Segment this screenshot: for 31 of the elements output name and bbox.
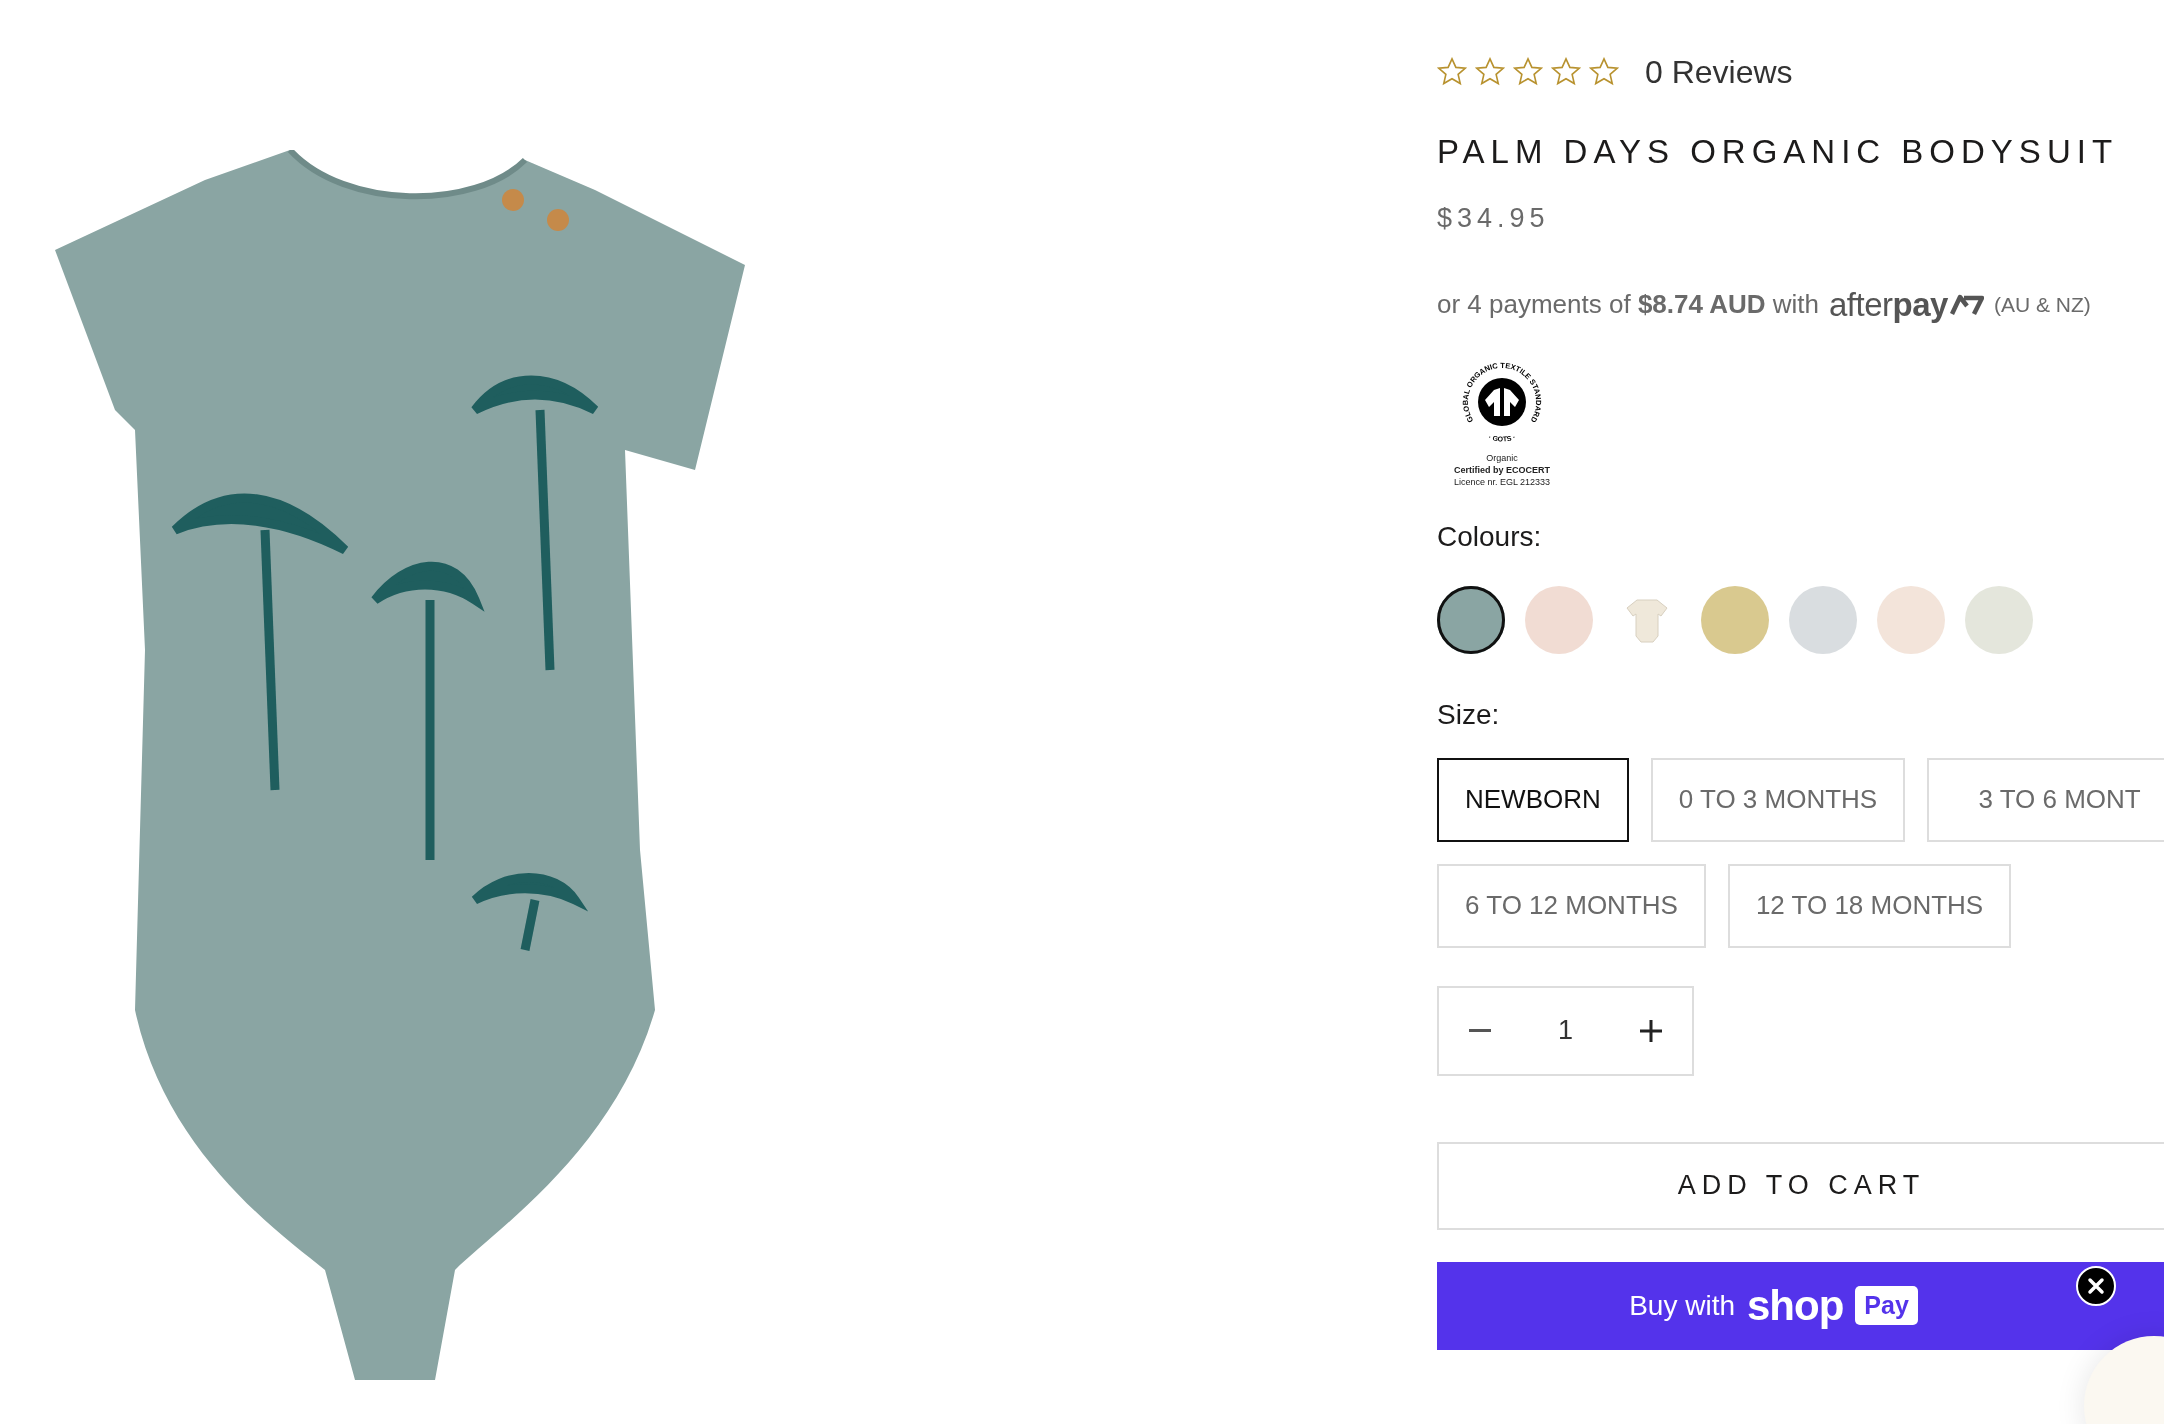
size-label: Size: xyxy=(1437,697,1501,732)
quantity-stepper[interactable]: 1 xyxy=(1437,985,1694,1076)
afterpay-arrows-icon xyxy=(1949,293,1984,316)
increase-button[interactable] xyxy=(1640,1019,1662,1042)
shop-pay-button[interactable]: Buy with shop Pay xyxy=(1437,1261,2164,1350)
size-option[interactable]: NEWBORN xyxy=(1437,757,1629,842)
installment-text: or 4 payments of $8.74 AUD with xyxy=(1437,288,1819,322)
star-icon xyxy=(1513,57,1543,87)
pay-badge: Pay xyxy=(1855,1285,1918,1326)
plus-icon xyxy=(1640,1019,1662,1042)
add-to-cart-button[interactable]: ADD TO CART xyxy=(1437,1141,2164,1230)
decrease-button[interactable] xyxy=(1469,1028,1491,1033)
size-option[interactable]: 3 TO 6 MONT xyxy=(1927,757,2164,842)
star-icon xyxy=(1475,57,1505,87)
star-icon xyxy=(1551,57,1581,87)
region-note: (AU & NZ) xyxy=(1993,292,2091,319)
star-icon xyxy=(1589,57,1619,87)
star-icon xyxy=(1437,57,1467,87)
certification-text: Certified by ECOCERT xyxy=(1454,463,1550,476)
size-option[interactable]: 12 TO 18 MONTHS xyxy=(1727,863,2012,948)
size-option[interactable]: 6 TO 12 MONTHS xyxy=(1437,863,1706,948)
close-icon xyxy=(2087,1276,2105,1295)
colour-label: Colours: xyxy=(1437,519,1543,554)
product-title: PALM DAYS ORGANIC BODYSUIT xyxy=(1437,132,2120,172)
certification-text: Licence nr. EGL 212333 xyxy=(1453,475,1551,488)
minus-icon xyxy=(1469,1028,1491,1033)
afterpay-logo: afterpay xyxy=(1829,285,1948,326)
review-count-link[interactable]: 0 Reviews xyxy=(1645,48,1793,96)
size-option[interactable]: 0 TO 3 MONTHS xyxy=(1650,757,1906,842)
certification-text: Organic xyxy=(1486,451,1518,464)
product-price: $34.95 xyxy=(1437,201,1551,235)
